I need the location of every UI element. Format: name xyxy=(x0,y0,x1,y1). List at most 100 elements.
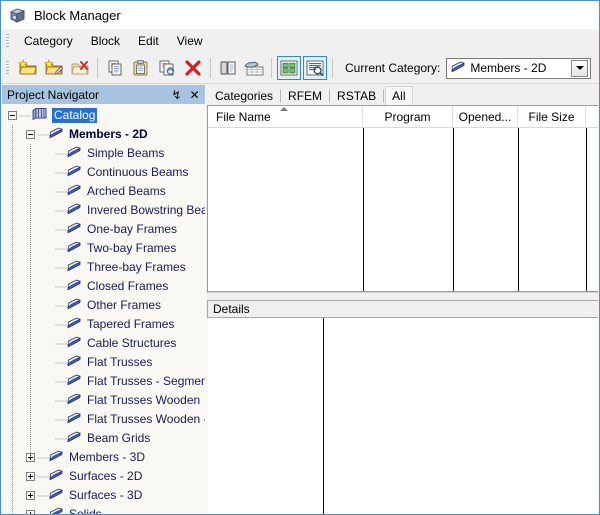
file-list-body[interactable] xyxy=(208,128,598,291)
tree-item[interactable]: Three-bay Frames xyxy=(2,258,205,277)
edit-category-icon[interactable] xyxy=(42,56,66,80)
close-icon[interactable]: ✕ xyxy=(187,87,202,102)
toolbar-separator xyxy=(210,58,211,78)
tree-item-label: Surfaces - 3D xyxy=(69,488,143,502)
columns-icon[interactable] xyxy=(216,56,240,80)
tree-connector xyxy=(55,244,67,253)
tree-item-label: Flat Trusses Wooden xyxy=(87,393,201,407)
tree-item[interactable]: Invered Bowstring Beams xyxy=(2,201,205,220)
content-tabs[interactable]: Categories RFEM RSTAB All xyxy=(206,85,598,105)
tab-rfem[interactable]: RFEM xyxy=(282,87,328,105)
copy-icon[interactable] xyxy=(103,56,127,80)
tree-item[interactable]: Members - 2D xyxy=(2,125,205,144)
tree-item[interactable]: Catalog xyxy=(2,106,205,125)
chevron-down-icon[interactable] xyxy=(571,59,588,77)
expand-icon[interactable] xyxy=(26,472,35,481)
delete-category-icon[interactable] xyxy=(68,56,92,80)
project-navigator-title: Project Navigator xyxy=(7,87,100,102)
tree-item-label: Flat Trusses Wooden - S xyxy=(87,412,205,426)
tree-item[interactable]: Two-bay Frames xyxy=(2,239,205,258)
tree-item[interactable]: One-bay Frames xyxy=(2,220,205,239)
file-list-view[interactable]: File Name Program Opened... File Size xyxy=(207,105,598,292)
pin-icon[interactable]: ↯ xyxy=(169,87,184,102)
tab-rstab[interactable]: RSTAB xyxy=(331,87,382,105)
duplicate-icon[interactable] xyxy=(155,56,179,80)
tree-item[interactable]: Surfaces - 2D xyxy=(2,467,205,486)
thumbnail-view-icon[interactable] xyxy=(277,56,301,80)
expand-icon[interactable] xyxy=(26,491,35,500)
tree-item[interactable]: Flat Trusses Wooden - S xyxy=(2,410,205,429)
column-header-opened[interactable]: Opened... xyxy=(453,106,518,127)
details-header[interactable]: Details xyxy=(207,300,598,318)
catalog-books-icon xyxy=(31,107,48,124)
detail-view-icon[interactable] xyxy=(303,56,327,80)
tree-connector xyxy=(55,225,67,234)
column-header-file-size[interactable]: File Size xyxy=(518,106,586,127)
menu-grip[interactable] xyxy=(4,33,12,49)
tree-item[interactable]: Closed Frames xyxy=(2,277,205,296)
details-body xyxy=(207,318,598,514)
menu-item-edit[interactable]: Edit xyxy=(129,31,168,51)
column-header-program[interactable]: Program xyxy=(363,106,453,127)
title-bar: Block Manager xyxy=(1,1,599,29)
tree-item[interactable]: Arched Beams xyxy=(2,182,205,201)
tree-item[interactable]: Members - 3D xyxy=(2,448,205,467)
current-category-combobox[interactable]: Members - 2D xyxy=(446,57,591,79)
tree-connector xyxy=(55,301,67,310)
column-grid-line xyxy=(453,128,454,291)
tree-item[interactable]: Flat Trusses Wooden xyxy=(2,391,205,410)
book-icon xyxy=(67,165,81,180)
collapse-icon[interactable] xyxy=(8,111,17,120)
tree-item[interactable]: Solids xyxy=(2,505,205,514)
menu-item-block[interactable]: Block xyxy=(82,31,129,51)
tree-item-label: Flat Trusses xyxy=(87,355,153,369)
tree-item-label: Two-bay Frames xyxy=(87,241,177,255)
column-grid-line xyxy=(518,128,519,291)
window-title: Block Manager xyxy=(34,7,121,23)
tree-item[interactable]: Simple Beams xyxy=(2,144,205,163)
menu-item-category[interactable]: Category xyxy=(15,31,82,51)
tree-item[interactable]: Other Frames xyxy=(2,296,205,315)
category-tree[interactable]: Catalog Members - 2D Simple Beams Continuou… xyxy=(2,104,205,514)
expand-icon[interactable] xyxy=(26,510,35,514)
column-grid-line xyxy=(586,128,587,291)
toolbar: Current Category: Members - 2D xyxy=(1,53,599,84)
tree-connector xyxy=(55,168,67,177)
tree-item-label: Simple Beams xyxy=(87,146,165,160)
tab-separator xyxy=(329,90,331,102)
details-divider xyxy=(323,318,324,514)
tree-item[interactable]: Continuous Beams xyxy=(2,163,205,182)
current-category-value: Members - 2D xyxy=(470,61,547,75)
column-header-label: File Name xyxy=(216,109,271,124)
tab-separator xyxy=(383,90,385,102)
block-manager-window: Block Manager Category Block Edit View C… xyxy=(0,0,600,515)
delete-icon[interactable] xyxy=(181,56,205,80)
tree-item[interactable]: Surfaces - 3D xyxy=(2,486,205,505)
toolbar-grip[interactable] xyxy=(4,60,12,76)
tree-item[interactable]: Cable Structures xyxy=(2,334,205,353)
menu-item-view[interactable]: View xyxy=(168,31,212,51)
tree-connector xyxy=(55,434,67,443)
tree-item-label: Continuous Beams xyxy=(87,165,189,179)
column-header-label: File Size xyxy=(528,109,575,124)
new-category-icon[interactable] xyxy=(16,56,40,80)
tab-all[interactable]: All xyxy=(385,86,413,105)
tree-item[interactable]: Flat Trusses xyxy=(2,353,205,372)
tree-item[interactable]: Flat Trusses - Segmented xyxy=(2,372,205,391)
import-icon[interactable] xyxy=(242,56,266,80)
tree-item[interactable]: Beam Grids xyxy=(2,429,205,448)
book-icon xyxy=(49,488,63,503)
paste-icon[interactable] xyxy=(129,56,153,80)
toolbar-separator xyxy=(97,58,98,78)
sort-ascending-icon xyxy=(280,107,288,111)
tree-item[interactable]: Tapered Frames xyxy=(2,315,205,334)
tab-categories[interactable]: Categories xyxy=(209,87,279,105)
collapse-icon[interactable] xyxy=(26,130,35,139)
column-header-label: Opened... xyxy=(458,109,512,124)
column-header-file-name[interactable]: File Name xyxy=(208,106,363,127)
tree-connector xyxy=(55,320,67,329)
